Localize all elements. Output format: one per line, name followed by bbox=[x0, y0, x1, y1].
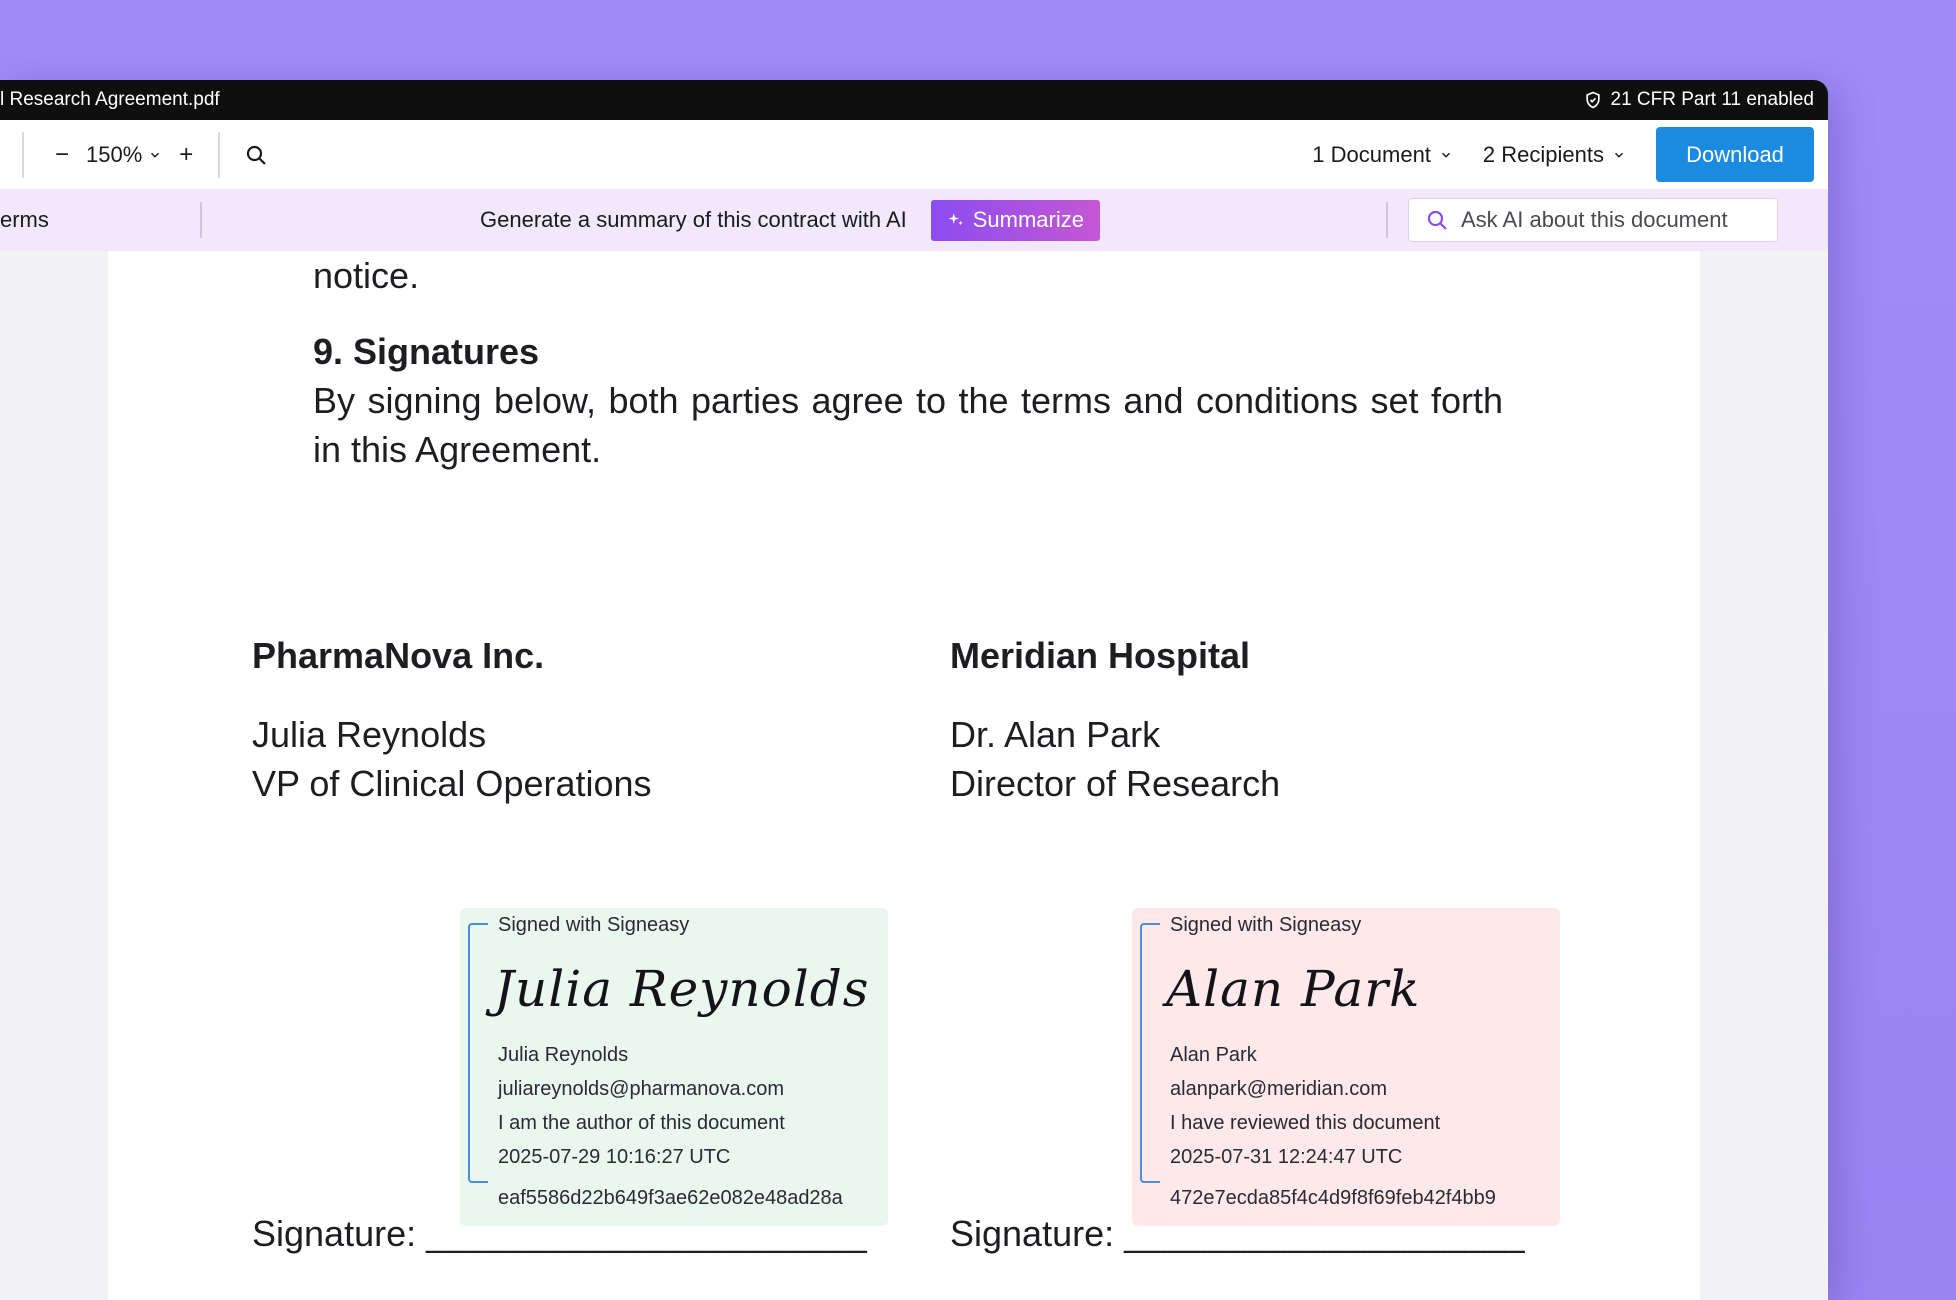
signer-email: juliareynolds@pharmanova.com bbox=[498, 1078, 784, 1100]
document-page: notice. 9. Signatures By signing below, … bbox=[108, 251, 1700, 1300]
ask-ai-placeholder: Ask AI about this document bbox=[1460, 207, 1728, 232]
recipients-dropdown-label: 2 Recipients bbox=[1482, 141, 1604, 167]
ai-summary-promo-text: Generate a summary of this contract with… bbox=[480, 207, 907, 232]
zoom-level-value: 150% bbox=[86, 141, 143, 167]
handwritten-signature: Julia Reynolds bbox=[494, 960, 870, 1018]
aibar-divider bbox=[200, 202, 202, 238]
zoom-out-button[interactable]: − bbox=[52, 141, 72, 169]
document-viewer-window: l Research Agreement.pdf 21 CFR Part 11 … bbox=[0, 80, 1828, 1300]
tab-terms[interactable]: erms bbox=[0, 207, 200, 233]
aibar-divider bbox=[1385, 202, 1388, 238]
compliance-badge: 21 CFR Part 11 enabled bbox=[1583, 89, 1815, 111]
download-button[interactable]: Download bbox=[1656, 127, 1814, 182]
chevron-down-icon bbox=[1441, 152, 1450, 158]
signature-bracket bbox=[468, 923, 488, 1183]
party-block-meridian: Meridian Hospital Dr. Alan Park Director… bbox=[950, 631, 1280, 808]
zoom-control: − 150% + bbox=[52, 141, 196, 169]
signer-name: Julia Reynolds bbox=[498, 1044, 629, 1066]
party-block-pharmanova: PharmaNova Inc. Julia Reynolds VP of Cli… bbox=[252, 631, 652, 808]
chevron-down-icon bbox=[1614, 152, 1624, 158]
zoom-level-dropdown[interactable]: 150% bbox=[86, 142, 162, 168]
recipients-dropdown[interactable]: 2 Recipients bbox=[1483, 142, 1626, 168]
toolbar: − 150% + 1 Document 2 Recipients Downloa… bbox=[0, 120, 1828, 189]
party-role: Director of Research bbox=[950, 763, 1281, 804]
signed-with-label: Signed with Signeasy bbox=[498, 914, 690, 936]
signature-line: Signature: ______________________ bbox=[252, 1213, 867, 1254]
ai-summary-promo: Generate a summary of this contract with… bbox=[480, 199, 1100, 241]
shield-check-icon bbox=[1585, 91, 1600, 109]
signing-reason: I have reviewed this document bbox=[1170, 1112, 1441, 1134]
party-role: VP of Clinical Operations bbox=[252, 763, 652, 804]
signed-with-label: Signed with Signeasy bbox=[1170, 914, 1362, 936]
summarize-button-label: Summarize bbox=[972, 207, 1084, 232]
handwritten-signature: Alan Park bbox=[1166, 960, 1421, 1018]
document-text: notice. bbox=[313, 255, 420, 296]
section-body: By signing below, both parties agree to … bbox=[313, 380, 1503, 470]
documents-dropdown[interactable]: 1 Document bbox=[1312, 142, 1453, 168]
zoom-in-button[interactable]: + bbox=[176, 141, 196, 169]
summarize-button[interactable]: Summarize bbox=[930, 199, 1100, 241]
party-company: PharmaNova Inc. bbox=[252, 635, 545, 676]
title-bar: l Research Agreement.pdf 21 CFR Part 11 … bbox=[0, 80, 1828, 120]
signature-stamp[interactable]: Signed with Signeasy Alan Park Alan Park… bbox=[1132, 908, 1560, 1226]
chevron-down-icon bbox=[151, 152, 160, 158]
ask-ai-input[interactable]: Ask AI about this document bbox=[1407, 198, 1778, 242]
signature-line: Signature: ____________________ bbox=[950, 1213, 1525, 1254]
signer-email: alanpark@meridian.com bbox=[1170, 1078, 1388, 1100]
document-filename: l Research Agreement.pdf bbox=[0, 89, 220, 110]
sparkle-icon bbox=[948, 213, 963, 226]
signature-hash: 472e7ecda85f4c4d9f8f69feb42f4bb9 bbox=[1170, 1187, 1496, 1209]
party-person: Julia Reynolds bbox=[252, 714, 487, 755]
search-icon bbox=[247, 145, 267, 165]
signing-reason: I am the author of this document bbox=[498, 1112, 785, 1134]
toolbar-divider bbox=[218, 131, 221, 178]
signature-hash: eaf5586d22b649f3ae62e082e48ad28a bbox=[498, 1187, 843, 1209]
signature-stamp[interactable]: Signed with Signeasy Julia Reynolds Juli… bbox=[460, 908, 888, 1226]
signer-name: Alan Park bbox=[1170, 1044, 1257, 1066]
compliance-badge-label: 21 CFR Part 11 enabled bbox=[1610, 89, 1815, 110]
signing-timestamp: 2025-07-29 10:16:27 UTC bbox=[498, 1146, 731, 1168]
search-icon bbox=[1427, 210, 1447, 230]
party-company: Meridian Hospital bbox=[950, 635, 1251, 676]
signing-timestamp: 2025-07-31 12:24:47 UTC bbox=[1170, 1146, 1403, 1168]
search-button[interactable] bbox=[242, 141, 270, 169]
toolbar-divider bbox=[22, 131, 24, 178]
ai-assistant-bar: erms Generate a summary of this contract… bbox=[0, 189, 1828, 251]
party-person: Dr. Alan Park bbox=[950, 714, 1161, 755]
section-heading: 9. Signatures bbox=[313, 331, 540, 372]
signature-bracket bbox=[1140, 923, 1160, 1183]
documents-dropdown-label: 1 Document bbox=[1312, 141, 1431, 167]
